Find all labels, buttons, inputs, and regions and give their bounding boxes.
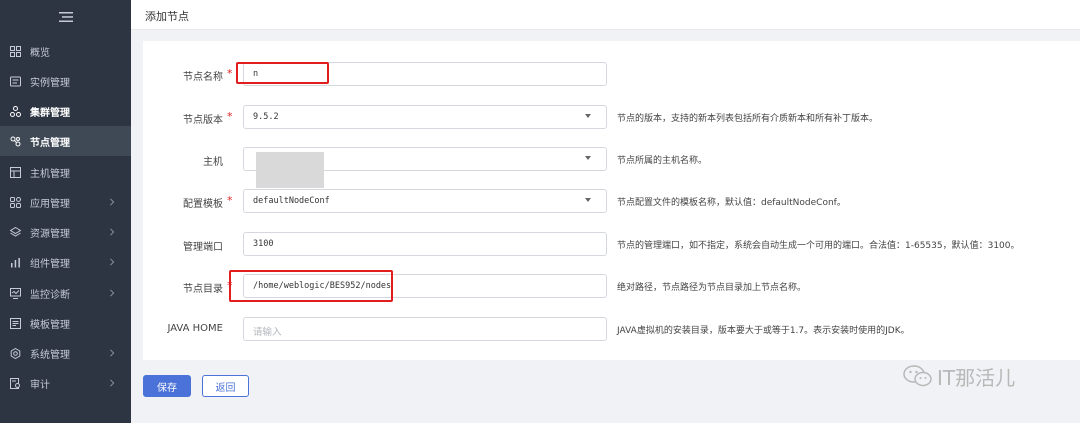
sidebar-item-clusters[interactable]: 集群管理	[0, 96, 131, 126]
back-button[interactable]: 返回	[202, 375, 249, 397]
sidebar-item-components[interactable]: 组件管理	[0, 247, 131, 277]
chevron-right-icon	[107, 378, 117, 388]
node-icon	[9, 135, 21, 147]
sidebar-item-monitoring[interactable]: 监控诊断	[0, 278, 131, 308]
node-version-label: 节点版本	[183, 115, 223, 126]
chevron-right-icon	[107, 257, 117, 267]
save-button[interactable]: 保存	[143, 375, 191, 397]
sidebar-item-label: 系统管理	[30, 349, 70, 361]
admin-port-input[interactable]: 3100	[243, 232, 607, 256]
sidebar-item-label: 集群管理	[30, 107, 70, 119]
node-version-row: 节点版本 * 9.5.2 节点的版本，支持的新本列表包括所有介质新本和所有补丁版…	[143, 105, 1080, 129]
config-template-row: 配置模板 * defaultNodeConf 节点配置文件的模板名称，默认值：d…	[143, 189, 1080, 213]
java-home-help: JAVA虚拟机的安装目录，版本要大于或等于1.7。表示安装时使用的JDK。	[617, 326, 910, 336]
instance-icon	[9, 75, 21, 87]
sidebar-item-label: 监控诊断	[30, 289, 70, 301]
sidebar-item-audit[interactable]: 审计	[0, 368, 131, 398]
config-template-help: 节点配置文件的模板名称，默认值：defaultNodeConf。	[617, 198, 846, 208]
sidebar-item-resources[interactable]: 资源管理	[0, 217, 131, 247]
config-template-select[interactable]: defaultNodeConf	[243, 189, 607, 213]
sidebar-item-overview[interactable]: 概览	[0, 36, 131, 66]
sidebar-item-label: 节点管理	[30, 137, 70, 149]
redaction-block	[256, 152, 324, 188]
node-dir-label: 节点目录	[183, 284, 223, 295]
required-marker: *	[227, 67, 233, 80]
component-icon	[9, 256, 21, 268]
host-help: 节点所属的主机名称。	[617, 156, 708, 166]
sidebar-item-nodes[interactable]: 节点管理	[0, 126, 131, 156]
admin-port-row: 管理端口 3100 节点的管理端口，如不指定，系统会自动生成一个可用的端口。合法…	[143, 232, 1080, 256]
add-node-form: 节点名称 * n 节点版本 * 9.5.2 节点的版本，支持的新本列表包括所有介…	[143, 41, 1080, 360]
sidebar-item-label: 组件管理	[30, 258, 70, 270]
java-home-input[interactable]: 请输入	[243, 317, 607, 341]
sidebar-item-label: 应用管理	[30, 198, 70, 210]
sidebar: 概览 实例管理 集群管理 节点管理 主机管理 应用管理 资源管理 组件管理 监控…	[0, 0, 131, 423]
node-version-select[interactable]: 9.5.2	[243, 105, 607, 129]
java-home-row: JAVA HOME 请输入 JAVA虚拟机的安装目录，版本要大于或等于1.7。表…	[143, 317, 1080, 341]
host-label: 主机	[203, 157, 223, 168]
wechat-icon	[903, 365, 932, 387]
chevron-right-icon	[107, 197, 117, 207]
sidebar-item-templates[interactable]: 模板管理	[0, 308, 131, 338]
audit-icon	[9, 377, 21, 389]
sidebar-item-label: 概览	[30, 47, 50, 59]
chevron-down-icon	[585, 156, 591, 160]
java-home-label: JAVA HOME	[167, 323, 223, 334]
sidebar-item-label: 模板管理	[30, 319, 70, 331]
cluster-icon	[9, 105, 21, 117]
required-marker: *	[227, 194, 233, 207]
gear-icon	[9, 347, 21, 359]
apps-icon	[9, 196, 21, 208]
page-title: 添加节点	[145, 10, 189, 23]
node-name-label: 节点名称	[183, 72, 223, 83]
page-header: 添加节点	[131, 0, 1080, 30]
layers-icon	[9, 226, 21, 238]
sidebar-item-label: 资源管理	[30, 228, 70, 240]
chevron-down-icon	[585, 114, 591, 118]
chevron-right-icon	[107, 288, 117, 298]
sidebar-item-label: 审计	[30, 379, 50, 391]
sidebar-item-instances[interactable]: 实例管理	[0, 66, 131, 96]
monitor-icon	[9, 287, 21, 299]
watermark: IT那活儿	[903, 363, 1016, 390]
config-template-label: 配置模板	[183, 199, 223, 210]
node-dir-help: 绝对路径，节点路径为节点目录加上节点名称。	[617, 283, 807, 293]
node-version-help: 节点的版本，支持的新本列表包括所有介质新本和所有补丁版本。	[617, 114, 879, 124]
required-marker: *	[227, 110, 233, 123]
sidebar-item-hosts[interactable]: 主机管理	[0, 157, 131, 187]
chevron-down-icon	[585, 198, 591, 202]
chevron-right-icon	[107, 348, 117, 358]
sidebar-item-label: 实例管理	[30, 77, 70, 89]
watermark-text: IT那活儿	[937, 365, 1016, 390]
sidebar-item-system[interactable]: 系统管理	[0, 338, 131, 368]
chevron-right-icon	[107, 227, 117, 237]
template-icon	[9, 317, 21, 329]
host-icon	[9, 166, 21, 178]
admin-port-label: 管理端口	[183, 242, 223, 253]
sidebar-item-label: 主机管理	[30, 168, 70, 180]
menu-collapse-icon	[58, 12, 73, 22]
highlight-box-node-name	[236, 62, 329, 84]
grid-icon	[9, 45, 21, 57]
admin-port-help: 节点的管理端口，如不指定，系统会自动生成一个可用的端口。合法值：1-65535，…	[617, 241, 1020, 251]
highlight-box-node-dir	[229, 270, 393, 302]
sidebar-item-apps[interactable]: 应用管理	[0, 187, 131, 217]
menu-toggle-button[interactable]	[0, 0, 131, 34]
